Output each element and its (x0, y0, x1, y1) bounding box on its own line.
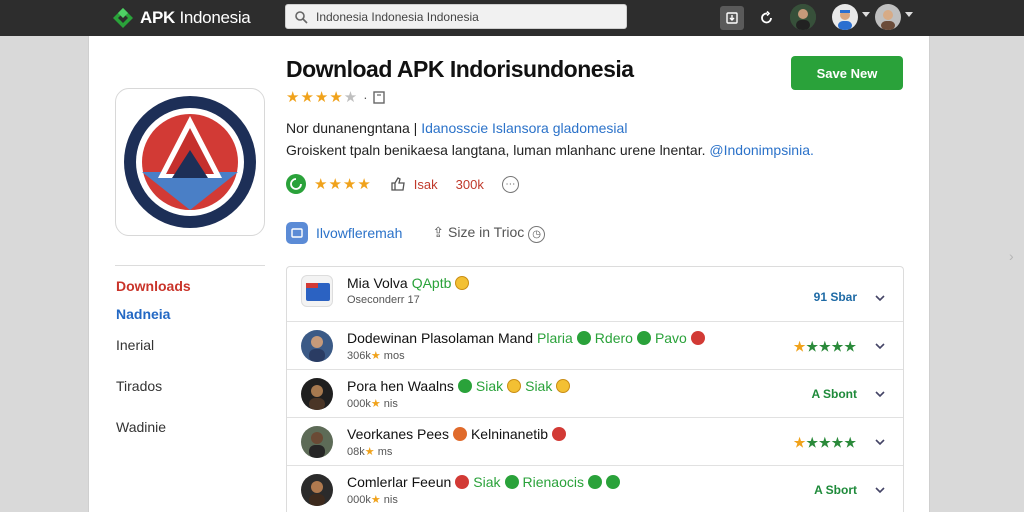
item-title: Veorkanes Pees Kelninanetib (347, 426, 567, 442)
item-thumbnail (301, 275, 333, 307)
red-badge-icon (455, 475, 470, 489)
red-badge-icon (690, 331, 705, 345)
downloads-count: 300k (455, 176, 484, 192)
item-title: Pora hen Waalns Siak Siak (347, 378, 571, 394)
list-item[interactable]: Mia Volva QAptb Oseconderr 17 91 Sbar (287, 267, 903, 322)
meta-link[interactable]: Ilvowfleremah (316, 225, 402, 241)
item-subtitle: 000k★ nis (347, 494, 398, 506)
refresh-icon (761, 10, 772, 24)
rating-row: ★★★★★ · (286, 88, 385, 106)
item-avatar (301, 330, 333, 362)
likes-count: Isak (413, 176, 438, 192)
emoji-icon (455, 276, 470, 290)
sidebar-item-tirados[interactable]: Tirados (116, 378, 162, 394)
user-avatar-icon (832, 4, 858, 30)
item-size: A Sbont (811, 387, 857, 401)
description-line-2: Groiskent tpaln benikaesa langtana, luma… (286, 142, 814, 158)
item-avatar (301, 426, 333, 458)
sidebar-item-nadneia[interactable]: Nadneia (116, 306, 170, 322)
sidebar-item-inerial[interactable]: Inerial (116, 337, 154, 353)
green-badge-icon (605, 475, 620, 489)
app-icon (115, 88, 265, 236)
share-link[interactable]: ⇪ Size in Trioc ◷ (432, 223, 546, 243)
item-size: A Sbort (814, 483, 857, 497)
separator-dot: · (363, 89, 368, 105)
clock-icon: ◷ (528, 225, 546, 243)
sidebar-item-downloads[interactable]: Downloads (116, 278, 191, 294)
item-subtitle: Oseconderr 17 (347, 294, 420, 306)
green-badge-icon (587, 475, 602, 489)
sidebar-divider (115, 265, 265, 266)
item-avatar (301, 474, 333, 506)
description-line-1: Nor dunanengntana | Idanosscie Islansora… (286, 120, 628, 136)
red-badge-icon (552, 427, 567, 441)
verified-badge-icon (286, 174, 306, 194)
avatar-2[interactable] (832, 4, 858, 30)
item-avatar (301, 378, 333, 410)
item-rating-stars: ★★★★★ (793, 339, 857, 354)
brand-logo[interactable]: APK Indonesia (112, 6, 251, 30)
search-box[interactable] (285, 4, 627, 29)
chevron-down-icon[interactable] (873, 483, 887, 497)
avatar-2-dropdown-caret[interactable] (862, 12, 870, 17)
item-title: Comlerlar Feeun Siak Rienaocis (347, 474, 620, 490)
item-subtitle: 000k★ nis (347, 398, 398, 410)
top-bar: APK Indonesia (0, 0, 1024, 36)
chevron-down-icon[interactable] (873, 339, 887, 353)
apk-logo-icon (113, 8, 133, 28)
item-size: 91 Sbar (813, 290, 857, 304)
item-title: Dodewinan Plasolaman Mand Plaria Rdero P… (347, 330, 705, 346)
user-avatar-icon (875, 4, 901, 30)
download-icon (726, 12, 738, 24)
apk-list: Mia Volva QAptb Oseconderr 17 91 Sbar Do… (286, 266, 904, 512)
app-info-icon (286, 222, 308, 244)
item-title: Mia Volva QAptb (347, 275, 470, 291)
avatar-1[interactable] (790, 4, 816, 30)
green-badge-icon (576, 331, 591, 345)
green-badge-icon (504, 475, 519, 489)
refresh-button[interactable] (755, 6, 779, 30)
description-link-2[interactable]: @Indonimpsinia. (709, 142, 814, 158)
rating-stars: ★★★★★ (286, 89, 359, 106)
list-item[interactable]: Pora hen Waalns Siak Siak 000k★ nis A Sb… (287, 370, 903, 418)
thumbs-up-icon[interactable] (390, 176, 406, 192)
scroll-right-icon[interactable]: › (1009, 248, 1014, 264)
sidebar-item-wadinie[interactable]: Wadinie (116, 419, 166, 435)
user-avatar-icon (790, 4, 816, 30)
item-rating-stars: ★★★★★ (793, 435, 857, 450)
save-new-button[interactable]: Save New (791, 56, 903, 90)
stats-stars: ★★★★ (314, 176, 372, 193)
download-button[interactable] (720, 6, 744, 30)
search-icon (295, 10, 308, 24)
account-dropdown-caret[interactable] (905, 12, 913, 17)
meta-row: Ilvowfleremah ⇪ Size in Trioc ◷ (286, 222, 546, 244)
list-item[interactable]: Comlerlar Feeun Siak Rienaocis 000k★ nis… (287, 466, 903, 512)
chevron-down-icon[interactable] (873, 291, 887, 305)
search-input[interactable] (316, 9, 616, 24)
description-link-1[interactable]: Idanosscie Islansora gladomesial (421, 120, 627, 136)
chevron-down-icon[interactable] (873, 435, 887, 449)
more-options-icon[interactable]: ⋯ (501, 175, 519, 193)
green-badge-icon (636, 331, 651, 345)
orange-badge-icon (452, 427, 467, 441)
app-emblem-icon (124, 96, 256, 228)
emoji-icon (556, 379, 571, 393)
stats-row: ★★★★ Isak 300k ⋯ (286, 174, 519, 194)
page-title: Download APK Indorisundonesia (286, 56, 634, 82)
list-item[interactable]: Dodewinan Plasolaman Mand Plaria Rdero P… (287, 322, 903, 370)
brand-name: APK Indonesia (140, 8, 251, 27)
chevron-down-icon[interactable] (873, 387, 887, 401)
avatar-3[interactable] (875, 4, 901, 30)
item-subtitle: 306k★ mos (347, 350, 405, 362)
list-item[interactable]: Veorkanes Pees Kelninanetib 08k★ ms ★★★★… (287, 418, 903, 466)
item-subtitle: 08k★ ms (347, 446, 393, 458)
bookmark-icon[interactable] (372, 90, 385, 104)
share-icon: ⇪ (432, 223, 445, 240)
emoji-icon (507, 379, 522, 393)
green-badge-icon (457, 379, 472, 393)
